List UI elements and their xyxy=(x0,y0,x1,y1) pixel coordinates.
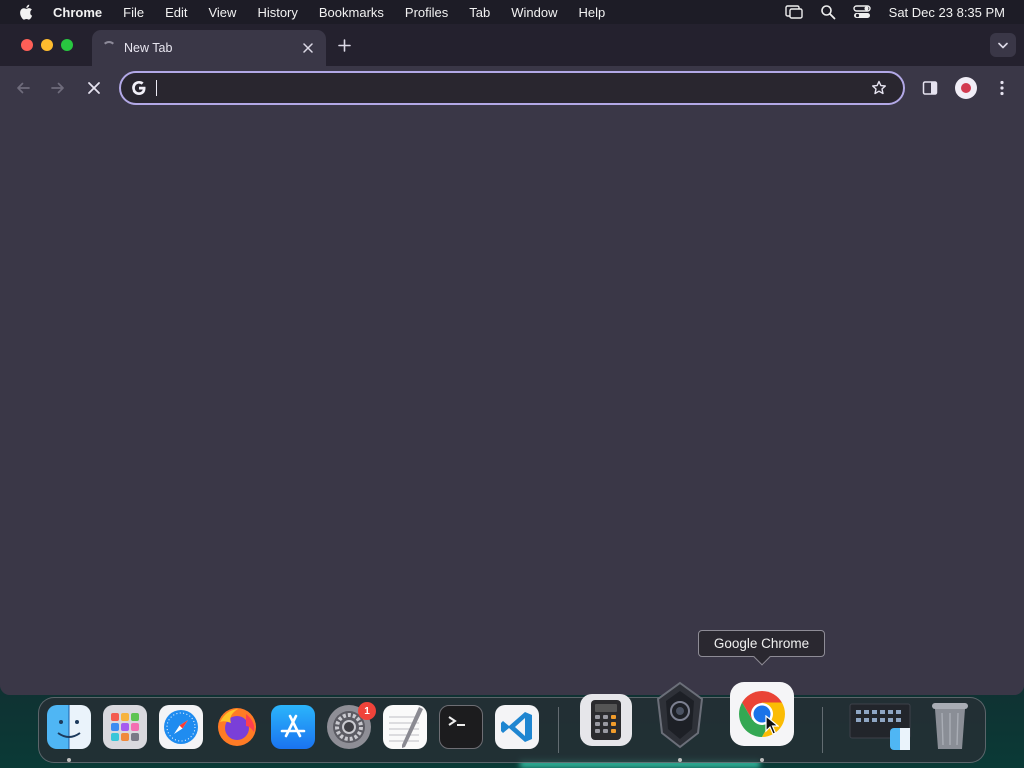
menu-edit[interactable]: Edit xyxy=(165,5,187,20)
textedit-icon xyxy=(383,705,427,749)
dock-google-chrome[interactable] xyxy=(730,682,794,746)
dock-textedit[interactable] xyxy=(383,705,427,749)
text-caret xyxy=(156,80,157,96)
dock-calculator[interactable] xyxy=(580,694,632,746)
firefox-icon xyxy=(215,705,259,749)
chrome-menu-button[interactable] xyxy=(992,77,1012,99)
mouse-cursor-icon xyxy=(765,715,779,735)
terminal-icon xyxy=(439,705,483,749)
trash-icon xyxy=(926,698,974,752)
menu-tab[interactable]: Tab xyxy=(469,5,490,20)
chevron-down-icon xyxy=(998,42,1008,48)
dock-running-indicator xyxy=(67,758,71,762)
calculator-icon xyxy=(580,694,632,746)
dock-launchpad[interactable] xyxy=(103,705,147,749)
back-button[interactable] xyxy=(12,77,34,99)
menu-history[interactable]: History xyxy=(257,5,297,20)
chrome-icon xyxy=(730,682,794,746)
tab-close-icon[interactable] xyxy=(298,38,318,58)
dock-separator xyxy=(558,707,559,753)
tab-title: New Tab xyxy=(124,41,173,55)
tab-strip: New Tab xyxy=(0,24,1024,66)
page-content-area[interactable] xyxy=(0,110,1024,695)
new-tab-button[interactable] xyxy=(334,35,354,55)
menu-view[interactable]: View xyxy=(208,5,236,20)
dock-shield-app[interactable] xyxy=(650,680,710,750)
dock-firefox[interactable] xyxy=(215,705,259,749)
dock-terminal[interactable] xyxy=(439,705,483,749)
launchpad-icon xyxy=(103,705,147,749)
control-center-icon[interactable] xyxy=(852,3,871,21)
dock-running-indicator xyxy=(678,758,682,762)
side-panel-button[interactable] xyxy=(919,77,941,99)
dock-finder[interactable] xyxy=(47,705,91,749)
stop-loading-button[interactable] xyxy=(83,77,105,99)
chrome-window: New Tab xyxy=(0,24,1024,695)
menu-bookmarks[interactable]: Bookmarks xyxy=(319,5,384,20)
menu-file[interactable]: File xyxy=(123,5,144,20)
google-g-icon xyxy=(130,79,148,97)
menu-window[interactable]: Window xyxy=(511,5,557,20)
dock-downloads-stack[interactable] xyxy=(846,702,916,752)
browser-toolbar xyxy=(0,66,1024,110)
arrow-left-icon xyxy=(17,82,30,94)
forward-button[interactable] xyxy=(47,77,69,99)
spotlight-search-icon[interactable] xyxy=(819,3,837,21)
shield-app-icon xyxy=(650,680,710,750)
menubar-clock[interactable]: Sat Dec 23 8:35 PM xyxy=(889,5,1005,20)
finder-icon xyxy=(47,705,91,749)
apple-menu-icon[interactable] xyxy=(18,3,36,21)
more-vertical-icon xyxy=(1000,80,1004,96)
dock-app-store[interactable] xyxy=(271,705,315,749)
arrow-right-icon xyxy=(51,82,64,94)
tab-search-button[interactable] xyxy=(990,33,1016,57)
menu-app-chrome[interactable]: Chrome xyxy=(53,5,102,20)
window-zoom-button[interactable] xyxy=(61,39,73,51)
dock-trash[interactable] xyxy=(926,698,974,752)
side-panel-icon xyxy=(922,81,938,95)
vscode-icon xyxy=(495,705,539,749)
dock-vscode[interactable] xyxy=(495,705,539,749)
tab-new-tab[interactable]: New Tab xyxy=(92,30,326,66)
avatar-image xyxy=(961,83,971,93)
screen-mirroring-icon[interactable] xyxy=(784,3,803,21)
tab-loading-spinner-icon xyxy=(102,41,116,55)
menu-bar: Chrome File Edit View History Bookmarks … xyxy=(0,0,1024,24)
window-minimize-button[interactable] xyxy=(41,39,53,51)
dock-separator xyxy=(822,707,823,753)
profile-avatar[interactable] xyxy=(955,77,977,99)
close-icon xyxy=(88,82,100,94)
app-store-icon xyxy=(271,705,315,749)
address-bar[interactable] xyxy=(119,71,905,105)
address-input[interactable] xyxy=(158,76,869,100)
dock-tooltip: Google Chrome xyxy=(698,630,825,666)
safari-icon xyxy=(159,705,203,749)
dock-safari[interactable] xyxy=(159,705,203,749)
downloads-stack-icon xyxy=(846,702,916,752)
dock-running-indicator xyxy=(760,758,764,762)
notification-badge: 1 xyxy=(358,702,376,720)
bookmark-star-icon[interactable] xyxy=(869,78,889,98)
menu-help[interactable]: Help xyxy=(579,5,606,20)
menubar-status-area: Sat Dec 23 8:35 PM xyxy=(784,0,1024,24)
menu-profiles[interactable]: Profiles xyxy=(405,5,448,20)
window-close-button[interactable] xyxy=(21,39,33,51)
